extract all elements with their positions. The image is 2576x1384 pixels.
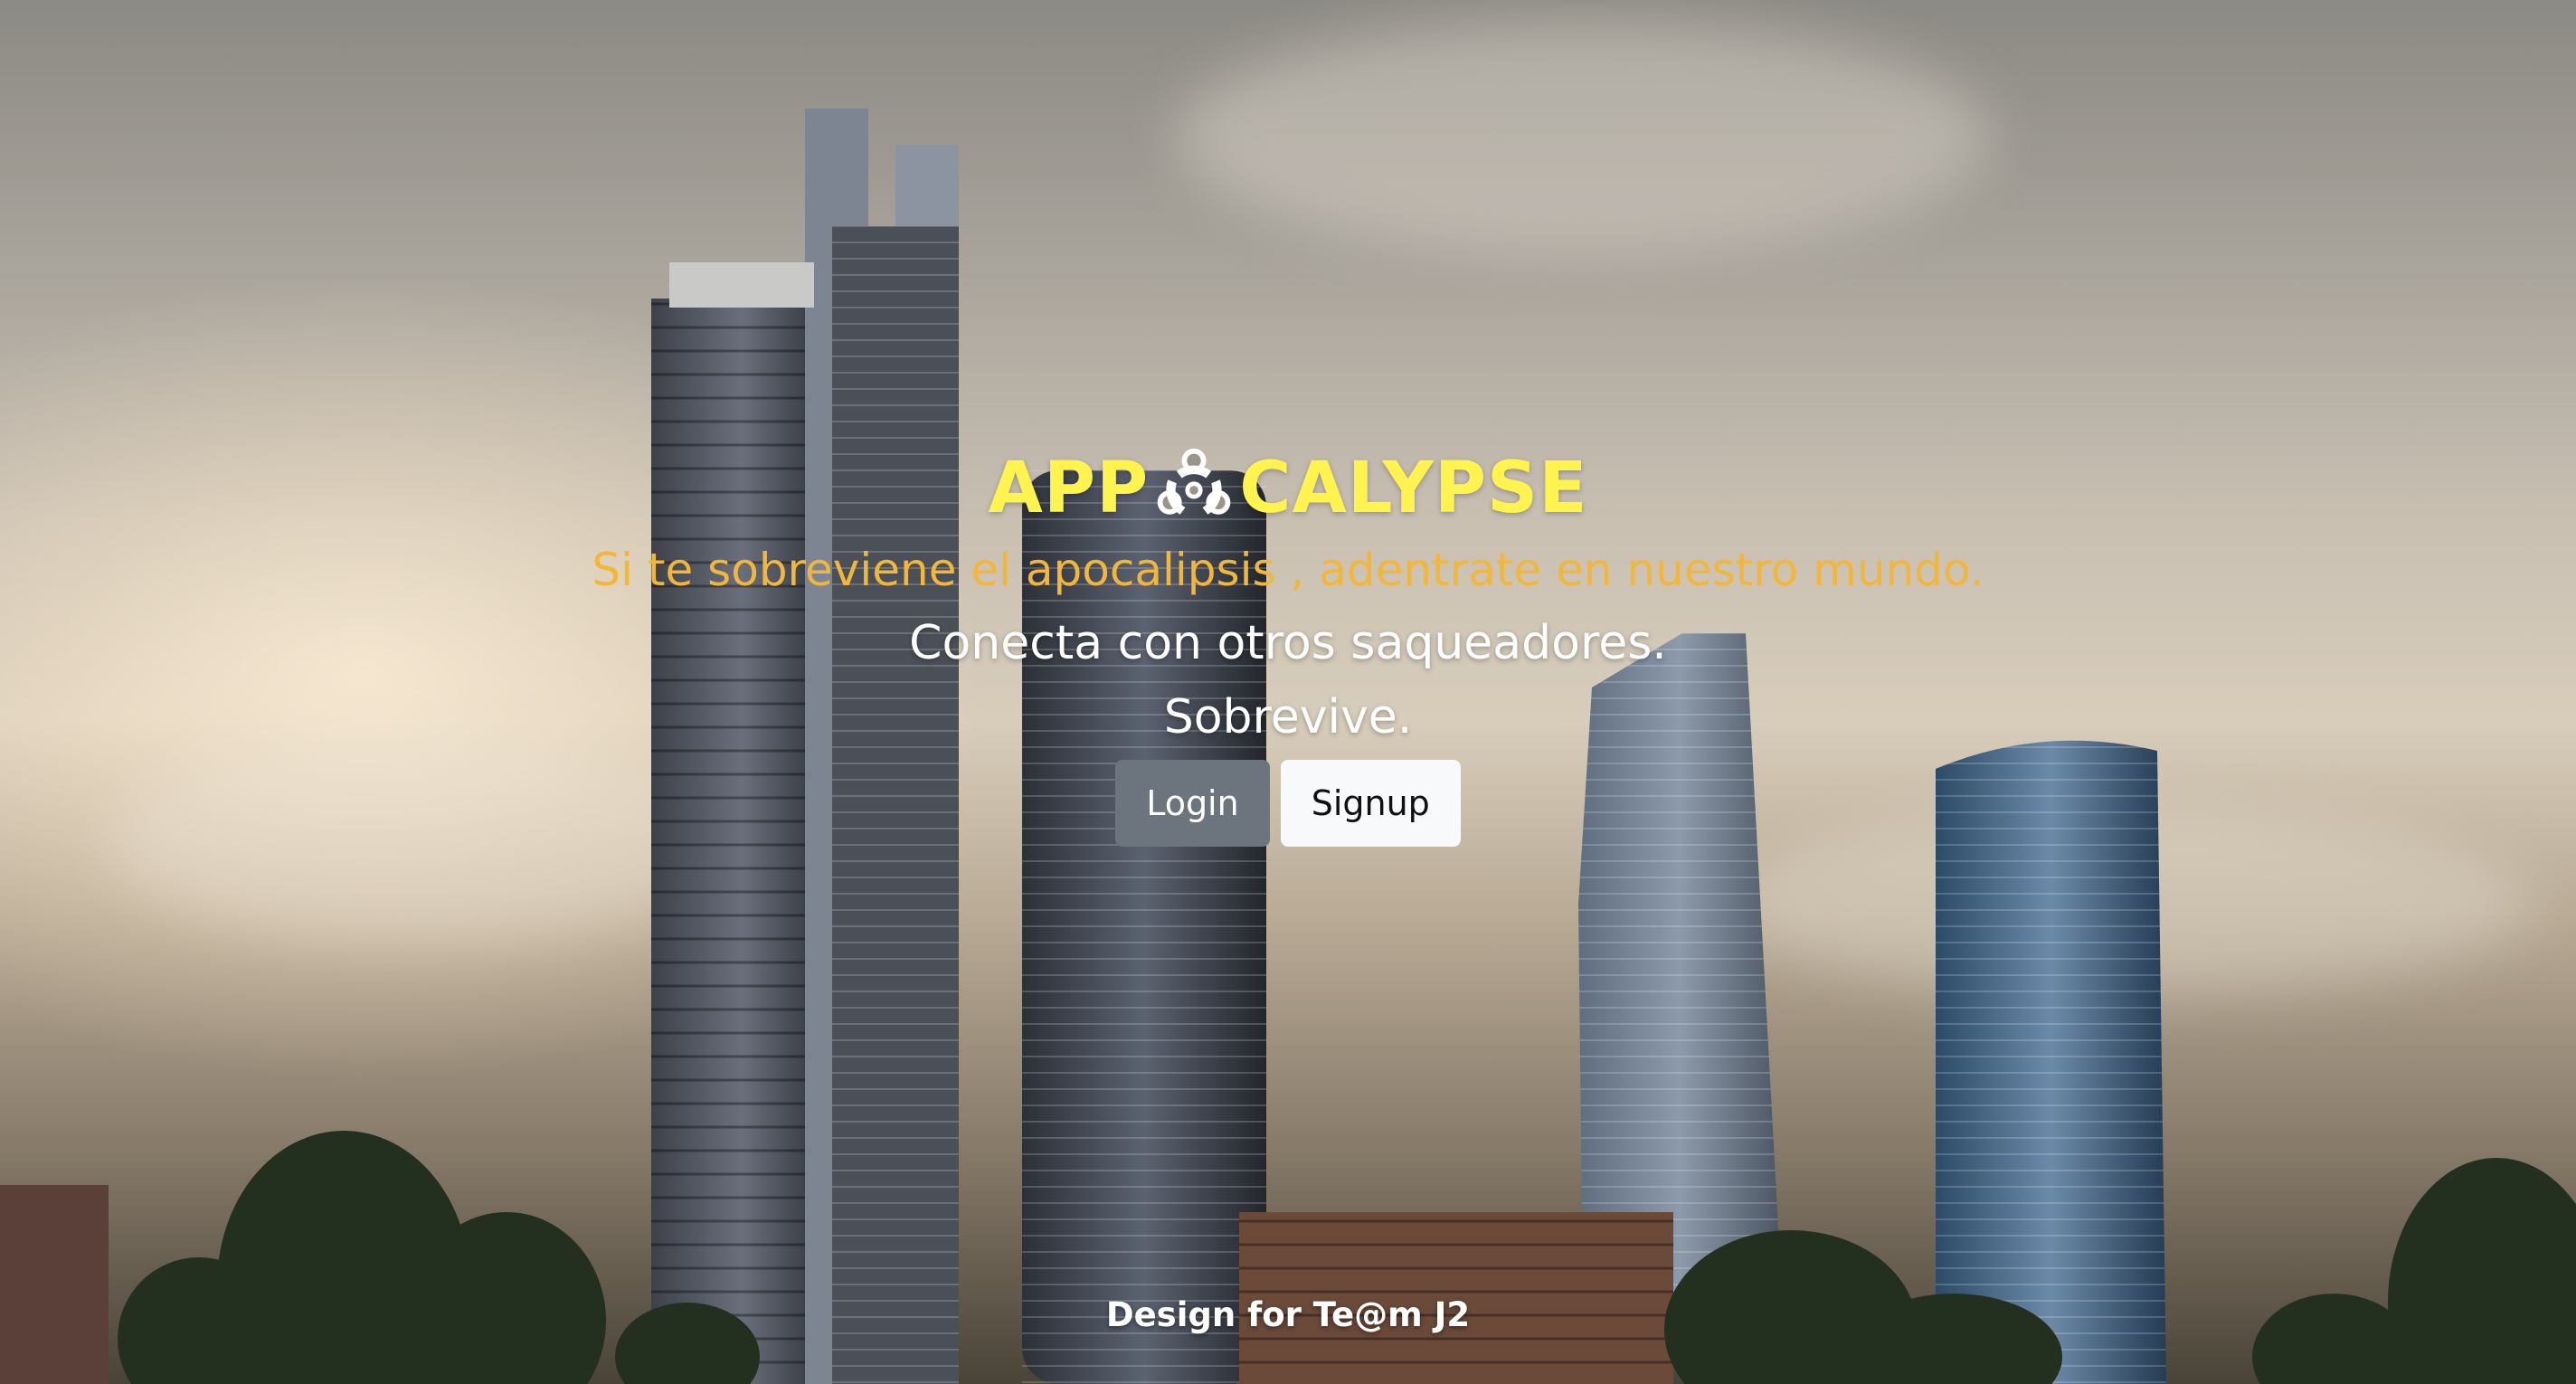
login-button[interactable]: Login xyxy=(1115,760,1270,847)
brand-title: APP CALYPSE xyxy=(989,443,1588,534)
signup-button[interactable]: Signup xyxy=(1280,760,1461,847)
brand-left-text: APP xyxy=(988,448,1150,529)
low-building xyxy=(0,1185,109,1384)
footer-credit: Design for Te@m J2 xyxy=(1105,1295,1471,1334)
subtitle-connect: Conecta con otros saqueadores. xyxy=(909,616,1667,670)
brand-right-text: CALYPSE xyxy=(1239,448,1588,529)
biohazard-icon xyxy=(1157,448,1231,515)
hero-section: APP CALYPSE Si te sobreviene el apocalip… xyxy=(0,443,2576,847)
auth-buttons: Login Signup xyxy=(0,760,2576,847)
subtitle-survive: Sobrevive. xyxy=(1163,690,1413,744)
landing-page: APP CALYPSE Si te sobreviene el apocalip… xyxy=(0,0,2576,1384)
tagline: Si te sobreviene el apocalipsis , adentr… xyxy=(592,544,1984,596)
